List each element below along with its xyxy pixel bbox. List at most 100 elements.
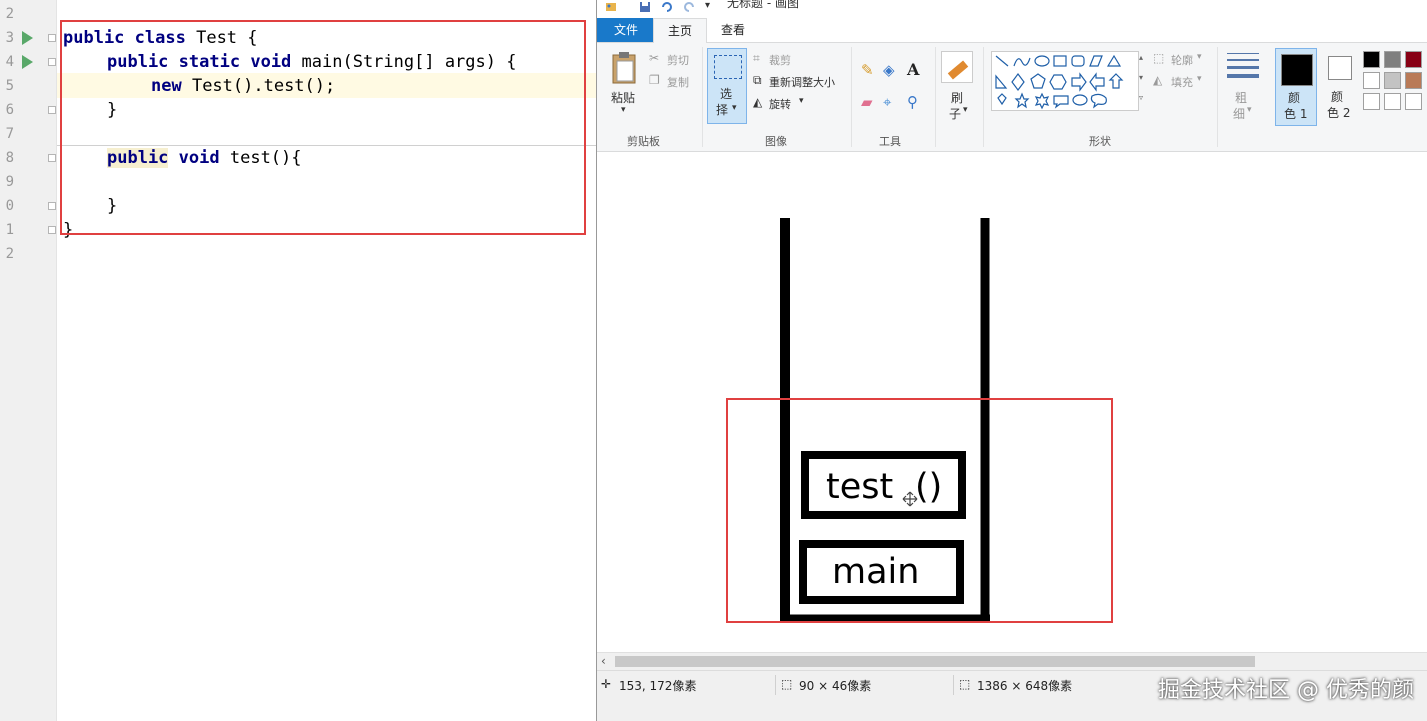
select-dropdown-icon: ▾ (732, 103, 737, 113)
palette-swatch[interactable] (1363, 72, 1380, 89)
image-group-label: 图像 (765, 135, 787, 148)
palette-swatch[interactable] (1363, 51, 1380, 68)
rotate-button[interactable]: 旋转 (769, 96, 791, 112)
line-number: 2 (5, 246, 14, 262)
paste-icon[interactable] (611, 51, 639, 85)
size-dropdown-icon[interactable]: ▾ (1247, 105, 1252, 115)
cursor-position-icon: ✛ (601, 677, 612, 691)
brush-icon[interactable] (941, 51, 973, 83)
image-size-icon: ⬚ (959, 677, 971, 691)
code-highlight-box (60, 20, 586, 235)
group-divider (851, 47, 852, 147)
title-bar: ▾ 无标题 - 画图 (597, 0, 1427, 18)
cut-icon[interactable]: ✂ (649, 51, 659, 65)
outline-dropdown-icon[interactable]: ▾ (1197, 52, 1202, 62)
select-icon (714, 55, 742, 79)
line-number: 3 (5, 30, 14, 46)
color1-swatch (1281, 54, 1313, 86)
palette-swatch[interactable] (1363, 93, 1380, 110)
editor-gutter: 2 3 4 5 6 7 8 9 0 1 2 (0, 0, 57, 721)
shapes-icons (995, 54, 1124, 110)
fold-marker-icon[interactable] (48, 34, 56, 42)
palette-swatch[interactable] (1405, 72, 1422, 89)
paste-dropdown-icon[interactable]: ▾ (621, 105, 626, 115)
brush-label[interactable]: 刷 (951, 89, 963, 106)
palette-swatch[interactable] (1384, 93, 1401, 110)
quick-access-menu-icon[interactable]: ▾ (705, 0, 710, 11)
save-icon[interactable] (639, 1, 651, 13)
run-main-icon[interactable] (22, 55, 33, 69)
line-number: 6 (5, 102, 14, 118)
outline-icon[interactable]: ⬚ (1153, 51, 1164, 65)
brush-dropdown-icon[interactable]: ▾ (963, 105, 968, 115)
scroll-left-icon[interactable]: ‹ (601, 653, 606, 670)
line-number: 0 (5, 198, 14, 214)
brush-label[interactable]: 子 (949, 105, 961, 122)
line-number: 4 (5, 54, 14, 70)
stack-drawing (726, 218, 1113, 623)
cut-button[interactable]: 剪切 (667, 52, 689, 68)
image-size: 1386 × 648像素 (977, 679, 1073, 693)
crop-icon[interactable]: ⌗ (753, 51, 760, 66)
color1-button[interactable]: 颜 色 1 (1275, 48, 1317, 126)
shapes-expand-icon[interactable]: ▿ (1139, 93, 1143, 102)
magnifier-icon[interactable]: ⚲ (907, 93, 918, 111)
select-button[interactable]: 选 择 ▾ (707, 48, 747, 124)
copy-icon[interactable]: ❐ (649, 73, 660, 87)
run-class-icon[interactable] (22, 31, 33, 45)
line-number: 7 (5, 126, 14, 142)
palette-swatch[interactable] (1384, 51, 1401, 68)
crop-button[interactable]: 裁剪 (769, 52, 791, 68)
palette-swatch[interactable] (1384, 72, 1401, 89)
color2-swatch (1328, 56, 1352, 80)
palette-swatch[interactable] (1405, 93, 1422, 110)
fold-marker-icon[interactable] (48, 226, 56, 234)
shapes-scroll-down-icon[interactable]: ▾ (1139, 73, 1143, 82)
shapes-scroll-up-icon[interactable]: ▴ (1139, 53, 1143, 62)
size-label[interactable]: 细 (1233, 105, 1245, 122)
fill-button[interactable]: 填充 (1171, 74, 1193, 90)
code-editor[interactable]: 2 3 4 5 6 7 8 9 0 1 2 public class Test … (0, 0, 596, 721)
horizontal-scrollbar[interactable]: ‹ (597, 652, 1427, 670)
outline-button[interactable]: 轮廓 (1171, 52, 1193, 68)
fold-marker-icon[interactable] (48, 154, 56, 162)
paint-window: ▾ 无标题 - 画图 文件 主页 查看 粘贴 ▾ ✂ 剪切 ❐ 复制 剪贴板 选… (596, 0, 1427, 721)
watermark: 掘金技术社区 @ 优秀的颜 (1158, 678, 1414, 703)
resize-icon[interactable]: ⧉ (753, 73, 762, 88)
resize-button[interactable]: 重新调整大小 (769, 74, 835, 90)
redo-icon[interactable] (683, 1, 695, 13)
shapes-gallery[interactable] (991, 51, 1139, 111)
cursor-position: 153, 172像素 (619, 679, 697, 693)
size-icon[interactable] (1227, 53, 1259, 78)
line-number: 8 (5, 150, 14, 166)
paint-app-icon (606, 3, 616, 11)
fill-dropdown-icon[interactable]: ▾ (1197, 74, 1202, 84)
tools-group-label: 工具 (879, 135, 901, 148)
group-divider (983, 47, 984, 147)
paint-canvas[interactable]: test () main (597, 152, 1427, 652)
rotate-icon[interactable]: ◭ (753, 95, 762, 109)
text-tool-icon[interactable]: A (907, 60, 919, 79)
undo-icon[interactable] (661, 1, 673, 13)
copy-button[interactable]: 复制 (667, 74, 689, 90)
tab-file[interactable]: 文件 (597, 18, 655, 42)
fill-icon[interactable]: ◭ (1153, 73, 1162, 87)
eraser-icon[interactable]: ▰ (861, 93, 873, 111)
fold-marker-icon[interactable] (48, 202, 56, 210)
group-divider (1217, 47, 1218, 147)
color-picker-icon[interactable]: ⌖ (883, 93, 891, 111)
rotate-dropdown-icon[interactable]: ▾ (799, 96, 804, 106)
fold-marker-icon[interactable] (48, 106, 56, 114)
selection-size: 90 × 46像素 (799, 679, 872, 693)
fill-bucket-icon[interactable]: ◈ (883, 61, 895, 79)
palette-swatch[interactable] (1405, 51, 1422, 68)
line-number: 9 (5, 174, 14, 190)
tab-home[interactable]: 主页 (653, 18, 708, 44)
scroll-thumb[interactable] (615, 656, 1255, 667)
color2-button[interactable]: 颜 色 2 (1323, 48, 1359, 126)
fold-marker-icon[interactable] (48, 58, 56, 66)
size-label[interactable]: 粗 (1235, 89, 1247, 106)
paste-label[interactable]: 粘贴 (611, 89, 635, 106)
pencil-icon[interactable]: ✎ (861, 61, 874, 79)
tab-view[interactable]: 查看 (707, 18, 759, 42)
